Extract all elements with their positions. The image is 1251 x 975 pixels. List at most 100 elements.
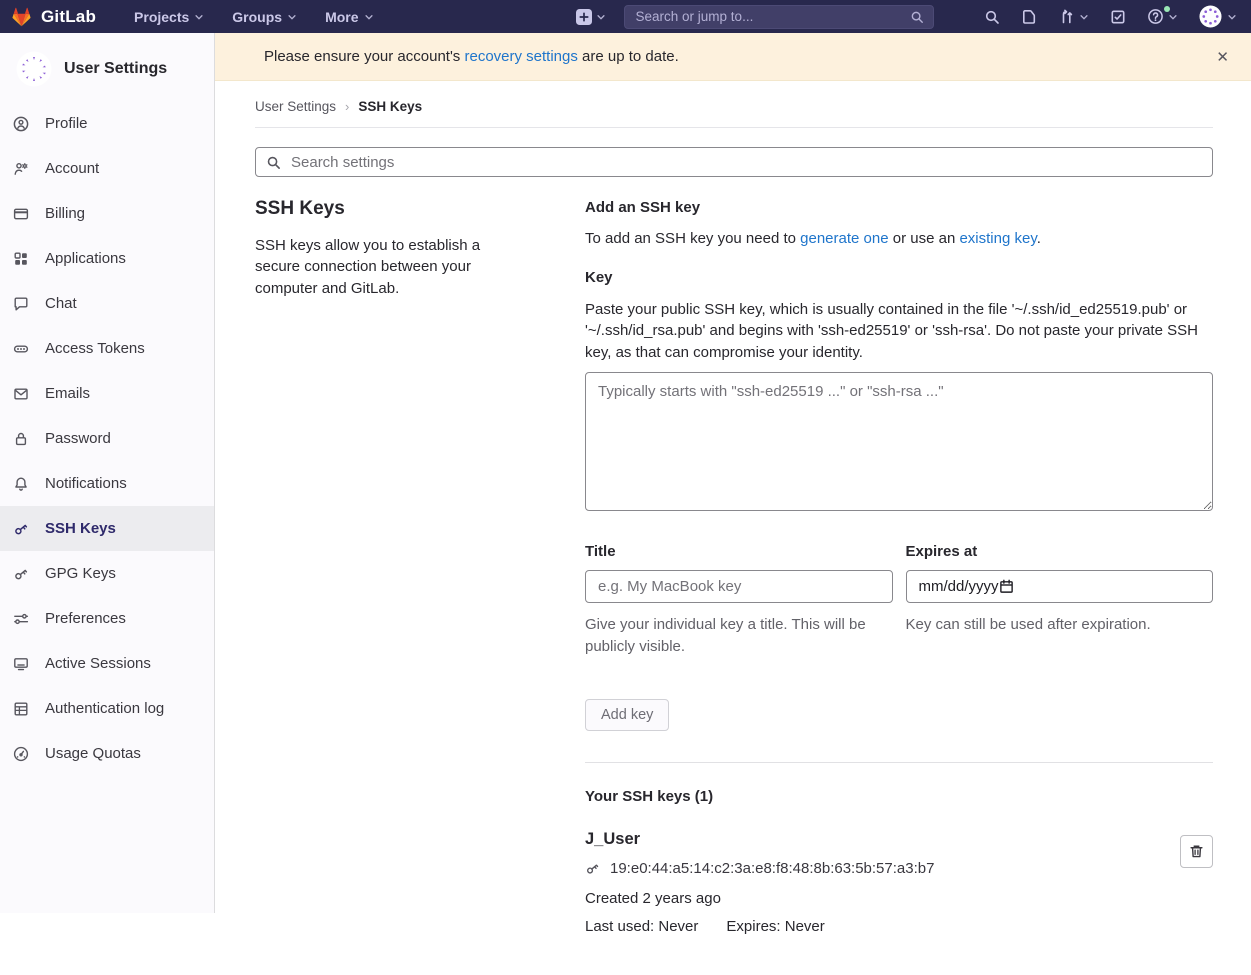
intro-text: . bbox=[1037, 230, 1041, 247]
user-avatar bbox=[16, 51, 52, 87]
nav-groups[interactable]: Groups bbox=[220, 0, 309, 33]
sidebar-item-label: Preferences bbox=[45, 610, 126, 627]
global-search-input[interactable] bbox=[634, 8, 910, 25]
sidebar-item-billing[interactable]: Billing bbox=[0, 191, 214, 236]
sidebar-item-label: Account bbox=[45, 160, 99, 177]
key-title-input[interactable] bbox=[585, 570, 893, 603]
sidebar-item-password[interactable]: Password bbox=[0, 416, 214, 461]
sidebar-item-label: Applications bbox=[45, 250, 126, 267]
title-field-label: Title bbox=[585, 543, 893, 560]
page-description: SSH keys allow you to establish a secure… bbox=[255, 235, 525, 299]
chevron-down-icon bbox=[1168, 12, 1178, 22]
add-key-button[interactable]: Add key bbox=[585, 699, 669, 731]
key-icon bbox=[13, 566, 29, 582]
ssh-key-fingerprint: 19:e0:44:a5:14:c2:3a:e8:f8:48:8b:63:5b:5… bbox=[610, 860, 934, 877]
ssh-key-title: J_User bbox=[585, 830, 1163, 849]
sidebar-item-access-tokens[interactable]: Access Tokens bbox=[0, 326, 214, 371]
ssh-key-created: Created 2 years ago bbox=[585, 890, 1163, 907]
lock-icon bbox=[13, 431, 29, 447]
settings-search[interactable] bbox=[255, 147, 1213, 177]
sidebar-title: User Settings bbox=[64, 60, 167, 78]
chevron-down-icon bbox=[596, 12, 606, 22]
user-menu[interactable] bbox=[1199, 5, 1237, 28]
chevron-down-icon bbox=[1079, 12, 1089, 22]
sidebar-nav: Profile Account Billing Applications Cha… bbox=[0, 101, 214, 776]
sidebar-item-preferences[interactable]: Preferences bbox=[0, 596, 214, 641]
your-ssh-keys-heading: Your SSH keys (1) bbox=[585, 788, 1213, 805]
sidebar-item-chat[interactable]: Chat bbox=[0, 281, 214, 326]
monitor-icon bbox=[13, 656, 29, 672]
ssh-key-list-item: J_User 19:e0:44:a5:14:c2:3a:e8:f8:48:8b:… bbox=[585, 830, 1213, 935]
grid-icon bbox=[13, 251, 29, 267]
recovery-settings-link[interactable]: recovery settings bbox=[464, 48, 577, 65]
sidebar-item-active-sessions[interactable]: Active Sessions bbox=[0, 641, 214, 686]
ssh-key-fingerprint-row: 19:e0:44:a5:14:c2:3a:e8:f8:48:8b:63:5b:5… bbox=[585, 860, 1163, 877]
sidebar-item-ssh-keys[interactable]: SSH Keys bbox=[0, 506, 214, 551]
todos-icon[interactable] bbox=[1110, 9, 1126, 25]
add-ssh-key-intro: To add an SSH key you need to generate o… bbox=[585, 230, 1213, 247]
help-menu[interactable] bbox=[1147, 8, 1178, 25]
search-icon[interactable] bbox=[984, 9, 1000, 25]
ssh-key-usage-row: Last used: Never Expires: Never bbox=[585, 918, 1163, 935]
sidebar-item-label: Usage Quotas bbox=[45, 745, 141, 762]
token-icon bbox=[13, 341, 29, 357]
ssh-key-expires: Expires: Never bbox=[726, 918, 824, 935]
gitlab-tanuki-icon bbox=[10, 6, 33, 28]
ssh-key-last-used: Last used: Never bbox=[585, 918, 698, 935]
sidebar-item-profile[interactable]: Profile bbox=[0, 101, 214, 146]
key-icon bbox=[13, 521, 29, 537]
sidebar-item-label: Billing bbox=[45, 205, 85, 222]
existing-key-link[interactable]: existing key bbox=[959, 230, 1036, 247]
generate-one-link[interactable]: generate one bbox=[800, 230, 888, 247]
nav-more[interactable]: More bbox=[313, 0, 385, 33]
global-search[interactable] bbox=[624, 5, 934, 29]
merge-requests-icon[interactable] bbox=[1058, 9, 1089, 25]
profile-icon bbox=[13, 116, 29, 132]
settings-search-input[interactable] bbox=[289, 153, 1202, 172]
sidebar-item-notifications[interactable]: Notifications bbox=[0, 461, 214, 506]
sidebar-item-label: Password bbox=[45, 430, 111, 447]
top-navbar: GitLab Projects Groups More bbox=[0, 0, 1251, 33]
alert-text: Please ensure your account's recovery se… bbox=[264, 48, 679, 65]
chat-bubble-icon bbox=[13, 296, 29, 312]
new-menu-button[interactable] bbox=[576, 9, 606, 25]
chevron-down-icon bbox=[364, 12, 374, 22]
chevron-down-icon bbox=[1227, 12, 1237, 22]
expires-at-date-input[interactable]: mm/dd/yyyy bbox=[906, 570, 1214, 603]
gitlab-logo[interactable]: GitLab bbox=[10, 6, 96, 28]
alert-text-after: are up to date. bbox=[578, 48, 679, 65]
key-icon bbox=[585, 861, 600, 876]
ssh-key-textarea[interactable] bbox=[585, 372, 1213, 511]
account-icon bbox=[13, 161, 29, 177]
sidebar-item-applications[interactable]: Applications bbox=[0, 236, 214, 281]
sidebar-item-label: SSH Keys bbox=[45, 520, 116, 537]
breadcrumb-user-settings[interactable]: User Settings bbox=[255, 99, 336, 114]
sidebar-item-account[interactable]: Account bbox=[0, 146, 214, 191]
nav-projects[interactable]: Projects bbox=[122, 0, 216, 33]
title-field-help: Give your individual key a title. This w… bbox=[585, 614, 893, 657]
sidebar-item-label: Emails bbox=[45, 385, 90, 402]
gauge-icon bbox=[13, 746, 29, 762]
breadcrumb-current: SSH Keys bbox=[358, 99, 422, 114]
sidebar-item-gpg-keys[interactable]: GPG Keys bbox=[0, 551, 214, 596]
date-placeholder: mm/dd/yyyy bbox=[919, 578, 999, 595]
page-title: SSH Keys bbox=[255, 198, 525, 220]
sidebar-item-label: Profile bbox=[45, 115, 88, 132]
brand-name: GitLab bbox=[41, 7, 96, 27]
sidebar-item-label: Authentication log bbox=[45, 700, 164, 717]
section-info: SSH Keys SSH keys allow you to establish… bbox=[255, 198, 525, 935]
alert-close-button[interactable]: ✕ bbox=[1208, 33, 1237, 80]
bell-icon bbox=[13, 476, 29, 492]
search-icon bbox=[266, 155, 281, 170]
calendar-icon[interactable] bbox=[999, 579, 1014, 594]
sidebar-item-authentication-log[interactable]: Authentication log bbox=[0, 686, 214, 731]
key-field-label: Key bbox=[585, 269, 1213, 286]
delete-key-button[interactable] bbox=[1180, 835, 1213, 868]
intro-text: or use an bbox=[889, 230, 960, 247]
issues-icon[interactable] bbox=[1021, 9, 1037, 25]
sidebar-item-usage-quotas[interactable]: Usage Quotas bbox=[0, 731, 214, 776]
add-ssh-key-heading: Add an SSH key bbox=[585, 199, 1213, 216]
sidebar-item-emails[interactable]: Emails bbox=[0, 371, 214, 416]
sidebar-item-label: Access Tokens bbox=[45, 340, 145, 357]
sliders-icon bbox=[13, 611, 29, 627]
